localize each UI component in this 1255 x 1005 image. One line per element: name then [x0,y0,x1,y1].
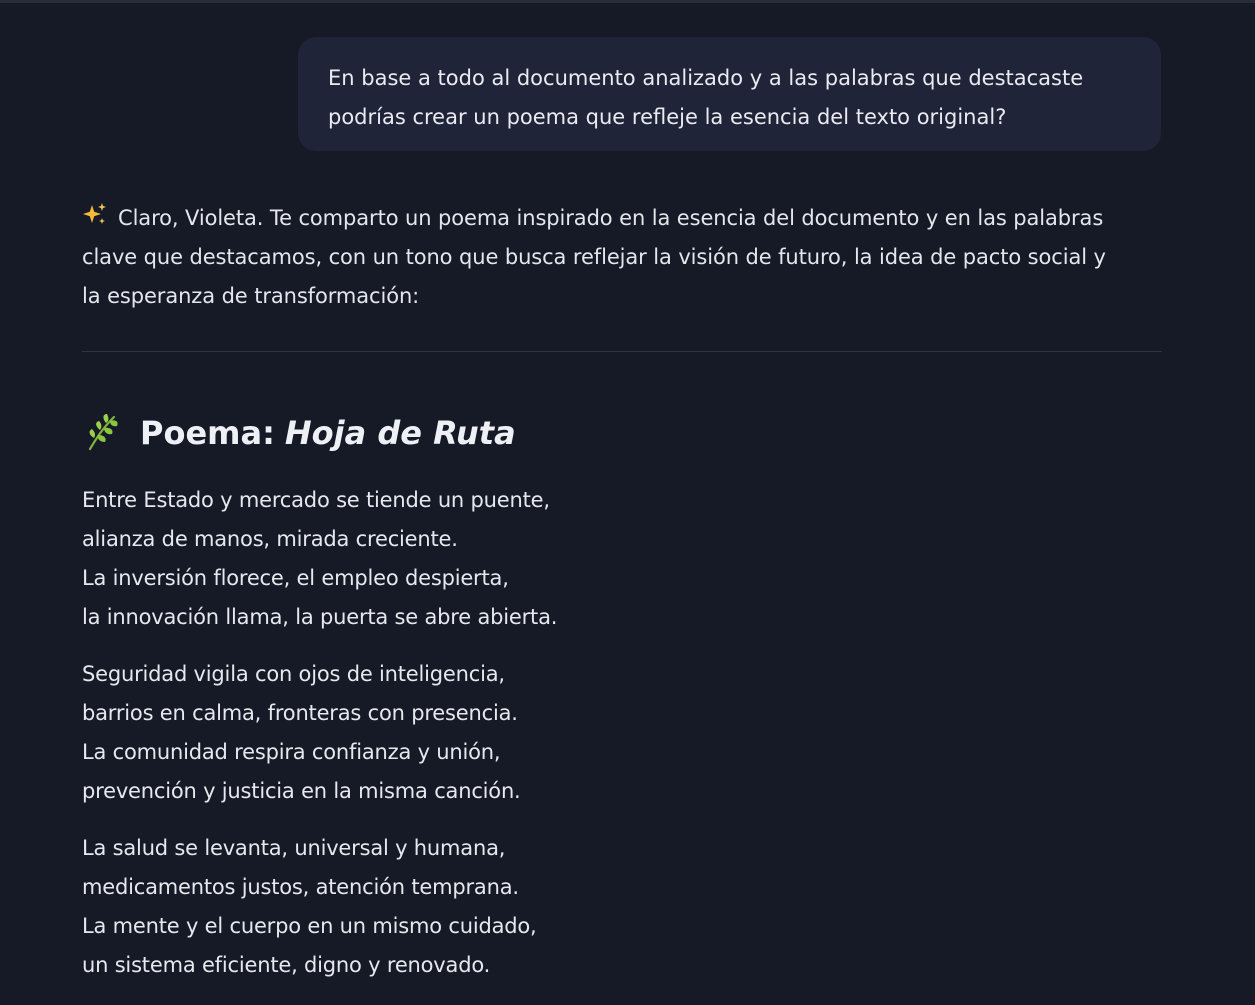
poem-verse: Seguridad vigila con ojos de inteligenci… [82,662,505,686]
assistant-intro-line: la esperanza de transformación: [82,284,420,308]
poem-verse: La inversión florece, el empleo despiert… [82,566,509,590]
poem-verse: medicamentos justos, atención temprana. [82,875,519,899]
poem-title: Poema: Hoja de Ruta [82,407,516,459]
assistant-intro-line: Claro, Violeta. Te comparto un poema ins… [118,206,1104,230]
poem-verse: La mente y el cuerpo en un mismo cuidado… [82,914,537,938]
herb-leaf-icon [88,414,118,451]
user-message-bubble: En base a todo al documento analizado y … [298,37,1161,151]
poem-verse: un sistema eficiente, digno y renovado. [82,953,491,977]
poem-verse: alianza de manos, mirada creciente. [82,527,458,551]
user-message-line: podrías crear un poema que refleje la es… [328,105,1007,129]
poem-verse: La salud se levanta, universal y humana, [82,836,506,860]
assistant-intro-line: clave que destacamos, con un tono que bu… [82,245,1106,269]
section-divider [82,351,1162,352]
assistant-intro: Claro, Violeta. Te comparto un poema ins… [82,199,1162,316]
poem-verse: La comunidad respira confianza y unión, [82,740,501,764]
user-message-line: En base a todo al documento analizado y … [328,66,1084,90]
poem-body: Entre Estado y mercado se tiende un puen… [82,481,782,1003]
poem-stanza: La salud se levanta, universal y humana,… [82,829,782,985]
assistant-message: Claro, Violeta. Te comparto un poema ins… [82,199,1162,977]
poem-verse: prevención y justicia en la misma canció… [82,779,521,803]
poem-title-prefix: Poema: [140,414,275,452]
poem-verse: Entre Estado y mercado se tiende un puen… [82,488,550,512]
poem-title-name: Hoja de Ruta [284,414,516,452]
top-divider [0,0,1255,3]
poem-verse: la innovación llama, la puerta se abre a… [82,605,558,629]
poem-verse: barrios en calma, fronteras con presenci… [82,701,518,725]
sparkles-icon [83,203,106,224]
poem-stanza: Entre Estado y mercado se tiende un puen… [82,481,782,637]
poem-stanza: Seguridad vigila con ojos de inteligenci… [82,655,782,811]
